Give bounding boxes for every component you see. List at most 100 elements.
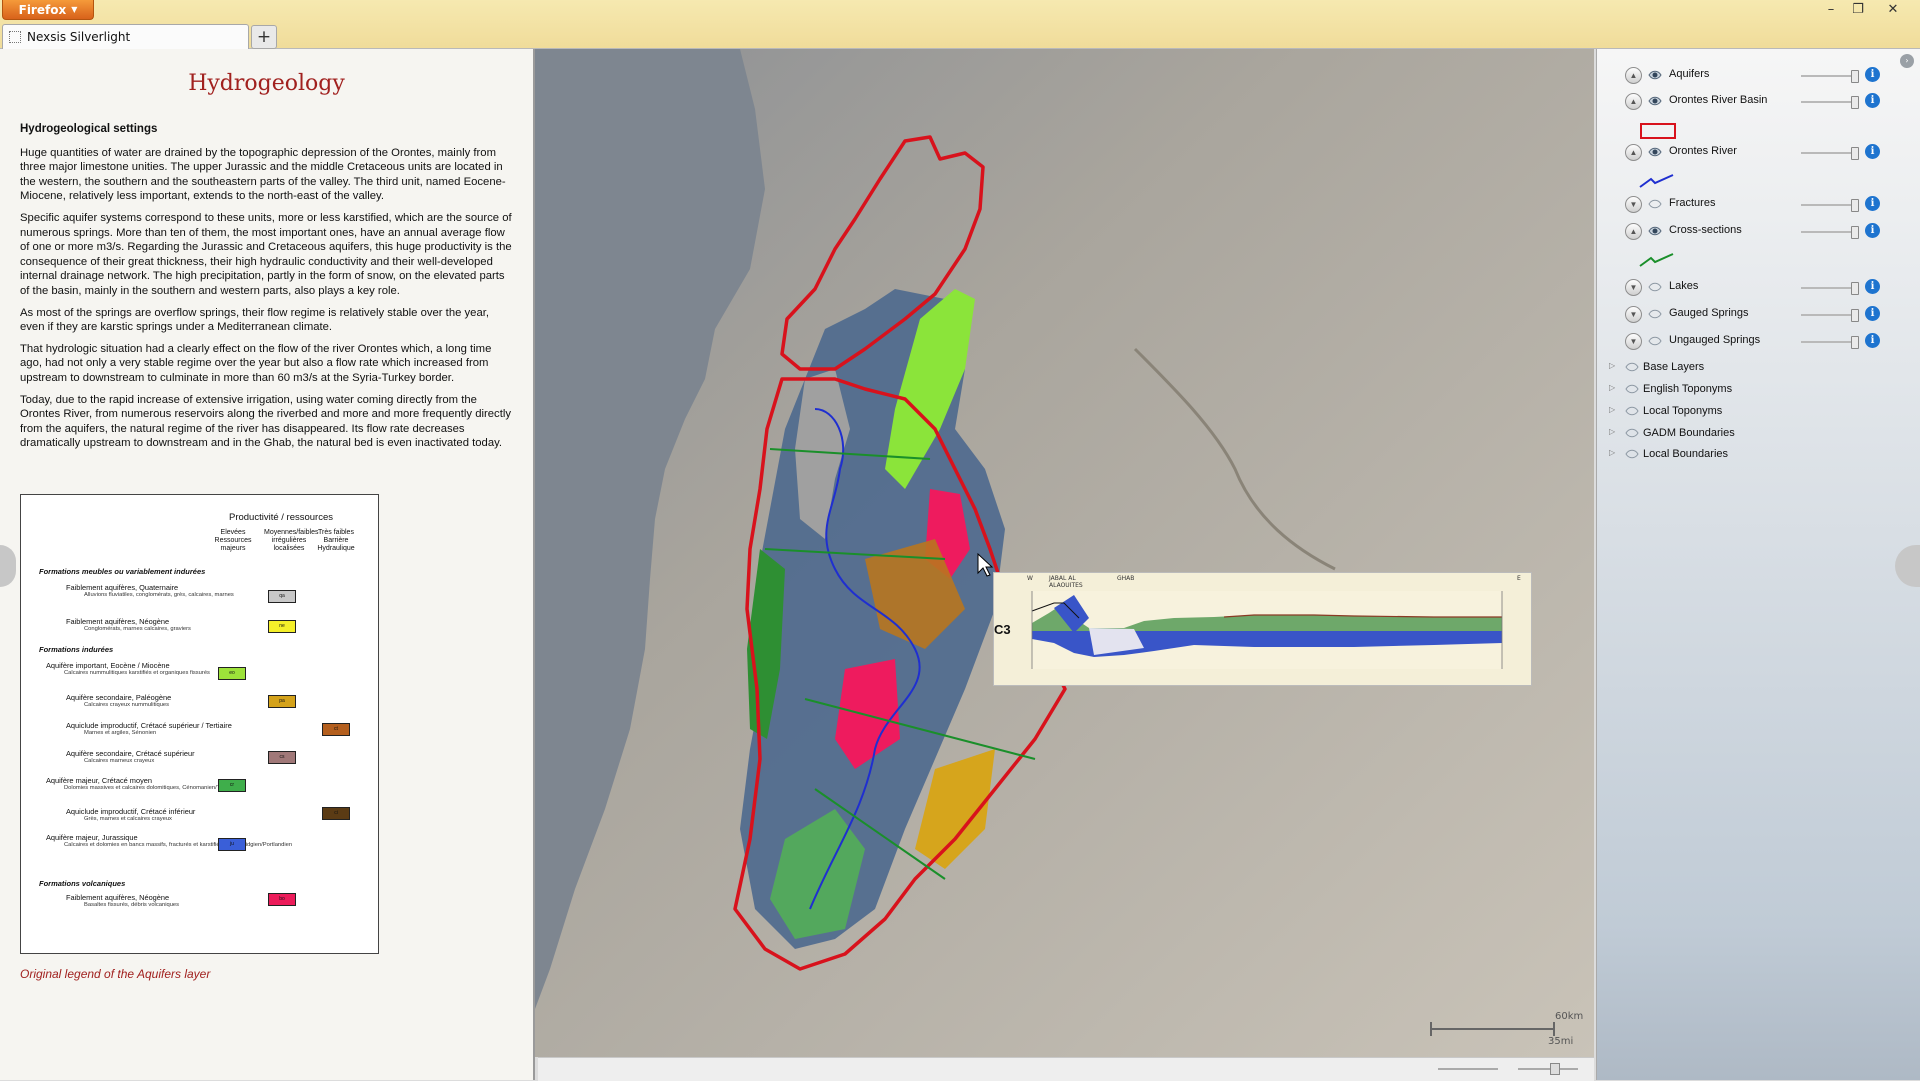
hidden-eye-icon[interactable] xyxy=(1647,333,1663,349)
layer-group-english-toponyms[interactable]: ▷ English Toponyms xyxy=(1597,380,1920,400)
slider-knob[interactable] xyxy=(1851,199,1859,212)
layer-row-ungauged-springs[interactable]: ▼ Ungauged Springs i xyxy=(1597,331,1920,353)
hidden-eye-icon[interactable] xyxy=(1647,279,1663,295)
opacity-slider[interactable] xyxy=(1518,1068,1578,1070)
legend-col-medium: Moyennes/faibles irrégulières localisées xyxy=(264,529,319,552)
cross-section-popup[interactable]: W JABAL AL ALAOUITES GHAB E xyxy=(993,572,1532,686)
close-window-button[interactable]: ✕ xyxy=(1880,0,1906,18)
hidden-eye-icon[interactable] xyxy=(1624,425,1640,441)
expand-triangle-icon[interactable]: ▷ xyxy=(1609,361,1615,370)
profile-place-label: JABAL AL ALAOUITES xyxy=(1049,575,1083,589)
slider-knob[interactable] xyxy=(1851,70,1859,83)
cross-section-id: C3 xyxy=(994,622,1011,637)
restore-button[interactable]: ❐ xyxy=(1845,0,1871,18)
layer-name: Cross-sections xyxy=(1669,224,1742,236)
layer-opacity-slider[interactable] xyxy=(1801,231,1857,233)
tab-title: Nexsis Silverlight xyxy=(27,30,131,44)
slider-knob[interactable] xyxy=(1851,96,1859,109)
info-icon[interactable]: i xyxy=(1865,196,1880,211)
slider-knob[interactable] xyxy=(1851,309,1859,322)
firefox-menu-button[interactable]: Firefox ▼ xyxy=(2,0,94,20)
new-tab-button[interactable]: + xyxy=(251,25,277,49)
hidden-eye-icon[interactable] xyxy=(1647,196,1663,212)
layer-opacity-slider[interactable] xyxy=(1801,204,1857,206)
chevron-down-icon: ▼ xyxy=(71,5,78,14)
zoom-slider[interactable] xyxy=(1438,1068,1498,1070)
layer-opacity-slider[interactable] xyxy=(1801,287,1857,289)
layer-row-orontes-river[interactable]: ▲ Orontes River i xyxy=(1597,142,1920,164)
firefox-menu-label: Firefox xyxy=(18,2,67,17)
expand-layer-button[interactable]: ▼ xyxy=(1625,306,1642,323)
collapse-layer-button[interactable]: ▲ xyxy=(1625,223,1642,240)
layer-opacity-slider[interactable] xyxy=(1801,152,1857,154)
layer-name: Orontes River xyxy=(1669,145,1737,157)
hidden-eye-icon[interactable] xyxy=(1647,306,1663,322)
layer-group-base-layers[interactable]: ▷ Base Layers xyxy=(1597,358,1920,378)
info-icon[interactable]: i xyxy=(1865,223,1880,238)
visibility-eye-icon[interactable] xyxy=(1647,93,1663,109)
basin-legend-symbol xyxy=(1640,123,1676,139)
slider-knob[interactable] xyxy=(1851,226,1859,239)
legend-item: Aquiclude improductif, Crétacé supérieur… xyxy=(66,721,232,736)
legend-item: Aquifère secondaire, Paléogène Calcaires … xyxy=(66,693,172,708)
visibility-eye-icon[interactable] xyxy=(1647,67,1663,83)
paragraph: Huge quantities of water are drained by … xyxy=(20,146,506,203)
layer-name: Aquifers xyxy=(1669,68,1710,80)
slider-knob[interactable] xyxy=(1851,336,1859,349)
hidden-eye-icon[interactable] xyxy=(1624,381,1640,397)
expand-triangle-icon[interactable]: ▷ xyxy=(1609,383,1615,392)
legend-item: Aquifère majeur, Crétacé moyen Dolomies m… xyxy=(46,776,240,791)
legend-caption: Original legend of the Aquifers layer xyxy=(20,967,211,981)
collapse-layer-button[interactable]: ▲ xyxy=(1625,144,1642,161)
hidden-eye-icon[interactable] xyxy=(1624,359,1640,375)
hidden-eye-icon[interactable] xyxy=(1624,446,1640,462)
info-icon[interactable]: i xyxy=(1865,306,1880,321)
layer-group-gadm-boundaries[interactable]: ▷ GADM Boundaries xyxy=(1597,424,1920,444)
layer-opacity-slider[interactable] xyxy=(1801,341,1857,343)
browser-titlebar: Firefox ▼ – ❐ ✕ Nexsis Silverlight + xyxy=(0,0,1920,49)
info-icon[interactable]: i xyxy=(1865,333,1880,348)
slider-knob[interactable] xyxy=(1550,1063,1560,1075)
layer-row-orontes-river-basin[interactable]: ▲ Orontes River Basin i xyxy=(1597,91,1920,113)
legend-col-high: Elevées Ressources majeurs xyxy=(214,529,252,552)
collapse-layer-button[interactable]: ▲ xyxy=(1625,93,1642,110)
info-icon[interactable]: i xyxy=(1865,279,1880,294)
info-icon[interactable]: i xyxy=(1865,67,1880,82)
expand-layer-button[interactable]: ▼ xyxy=(1625,196,1642,213)
visibility-eye-icon[interactable] xyxy=(1647,223,1663,239)
slider-knob[interactable] xyxy=(1851,147,1859,160)
group-name: English Toponyms xyxy=(1643,383,1733,395)
info-icon[interactable]: i xyxy=(1865,144,1880,159)
layer-row-lakes[interactable]: ▼ Lakes i xyxy=(1597,277,1920,299)
collapse-right-panel-icon[interactable]: › xyxy=(1900,54,1914,68)
hidden-eye-icon[interactable] xyxy=(1624,403,1640,419)
layer-opacity-slider[interactable] xyxy=(1801,314,1857,316)
expand-triangle-icon[interactable]: ▷ xyxy=(1609,448,1615,457)
expand-layer-button[interactable]: ▼ xyxy=(1625,333,1642,350)
slider-knob[interactable] xyxy=(1851,282,1859,295)
layers-panel: ▲ Aquifers i ▲ Orontes River Basin i ▲ O… xyxy=(1596,49,1920,1080)
layer-row-aquifers[interactable]: ▲ Aquifers i xyxy=(1597,65,1920,87)
expand-layer-button[interactable]: ▼ xyxy=(1625,279,1642,296)
layer-row-cross-sections[interactable]: ▲ Cross-sections i xyxy=(1597,221,1920,243)
layer-opacity-slider[interactable] xyxy=(1801,75,1857,77)
minimize-button[interactable]: – xyxy=(1818,0,1844,18)
layer-name: Gauged Springs xyxy=(1669,307,1749,319)
layer-group-local-boundaries[interactable]: ▷ Local Boundaries xyxy=(1597,445,1920,465)
expand-triangle-icon[interactable]: ▷ xyxy=(1609,427,1615,436)
layer-row-fractures[interactable]: ▼ Fractures i xyxy=(1597,194,1920,216)
browser-tab[interactable]: Nexsis Silverlight xyxy=(2,24,249,49)
info-icon[interactable]: i xyxy=(1865,93,1880,108)
legend-item: Aquifère secondaire, Crétacé supérieur Ca… xyxy=(66,749,195,764)
paragraph: As most of the springs are overflow spri… xyxy=(20,306,490,334)
visibility-eye-icon[interactable] xyxy=(1647,144,1663,160)
expand-triangle-icon[interactable]: ▷ xyxy=(1609,405,1615,414)
page-favicon-icon xyxy=(9,31,21,43)
group-name: Local Boundaries xyxy=(1643,448,1729,460)
map-view[interactable] xyxy=(535,49,1594,1057)
layer-row-gauged-springs[interactable]: ▼ Gauged Springs i xyxy=(1597,304,1920,326)
layer-group-local-toponyms[interactable]: ▷ Local Toponyms xyxy=(1597,402,1920,422)
collapse-layer-button[interactable]: ▲ xyxy=(1625,67,1642,84)
layer-opacity-slider[interactable] xyxy=(1801,101,1857,103)
page-title: Hydrogeology xyxy=(188,71,345,96)
